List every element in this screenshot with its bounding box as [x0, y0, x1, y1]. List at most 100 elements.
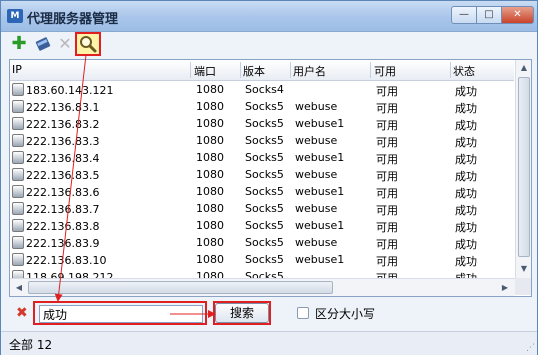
search-bar: ✖ 搜索 区分大小写: [1, 297, 537, 331]
resize-grip-icon[interactable]: ⋰: [526, 343, 535, 353]
edit-icon[interactable]: [33, 34, 53, 54]
case-sensitive-checkbox[interactable]: [297, 307, 309, 319]
app-icon: M: [7, 9, 23, 23]
available-cell: 可用: [376, 153, 398, 166]
version-cell: Socks5: [245, 236, 284, 249]
version-cell: Socks5: [245, 151, 284, 164]
column-divider[interactable]: [190, 62, 191, 78]
available-cell: 可用: [376, 204, 398, 217]
table-body: 183.60.143.121 1080 Socks4 可用 成功 222.136.83.…: [10, 81, 514, 285]
ip-cell: 222.136.83.8: [26, 220, 100, 233]
col-header-port[interactable]: 端口: [194, 63, 216, 79]
table-row[interactable]: 222.136.83.1 1080 Socks5 webuse 可用 成功: [10, 98, 514, 115]
column-divider[interactable]: [370, 62, 371, 78]
username-cell: webuse1: [295, 151, 345, 164]
available-cell: 可用: [376, 255, 398, 268]
port-cell: 1080: [196, 202, 224, 215]
toolbar: ✚ ✕: [1, 32, 537, 58]
username-cell: webuse1: [295, 219, 345, 232]
table-row[interactable]: 222.136.83.2 1080 Socks5 webuse1 可用 成功: [10, 115, 514, 132]
port-cell: 1080: [196, 117, 224, 130]
scroll-right-icon[interactable]: ▶: [498, 281, 512, 294]
table-row[interactable]: 222.136.83.8 1080 Socks5 webuse1 可用 成功: [10, 217, 514, 234]
ip-cell: 222.136.83.9: [26, 237, 100, 250]
maximize-button[interactable]: □: [476, 6, 502, 24]
status-bar: 全部 12 ⋰: [1, 331, 537, 355]
ip-cell: 222.136.83.10: [26, 254, 107, 267]
status-cell: 成功: [455, 153, 477, 166]
col-header-available[interactable]: 可用: [374, 63, 396, 79]
status-count: 全部 12: [9, 338, 53, 352]
search-button-highlight: [213, 301, 271, 325]
port-cell: 1080: [196, 219, 224, 232]
computer-icon: [12, 219, 24, 232]
close-button[interactable]: ✕: [501, 6, 534, 24]
available-cell: 可用: [376, 238, 398, 251]
computer-icon: [12, 100, 24, 113]
port-cell: 1080: [196, 100, 224, 113]
version-cell: Socks5: [245, 219, 284, 232]
column-divider[interactable]: [240, 62, 241, 78]
col-header-username[interactable]: 用户名: [293, 63, 326, 79]
version-cell: Socks5: [245, 202, 284, 215]
table-row[interactable]: 222.136.83.6 1080 Socks5 webuse1 可用 成功: [10, 183, 514, 200]
vertical-scrollbar[interactable]: ▲ ▼: [515, 60, 531, 278]
computer-icon: [12, 253, 24, 266]
ip-cell: 222.136.83.4: [26, 152, 100, 165]
magnifier-icon[interactable]: [75, 32, 101, 56]
scroll-up-icon[interactable]: ▲: [517, 61, 531, 75]
column-divider[interactable]: [450, 62, 451, 78]
col-header-status[interactable]: 状态: [453, 63, 475, 79]
ip-cell: 183.60.143.121: [26, 84, 114, 97]
scroll-left-icon[interactable]: ◀: [12, 281, 26, 294]
scroll-down-icon[interactable]: ▼: [517, 262, 531, 276]
username-cell: webuse: [295, 168, 338, 181]
available-cell: 可用: [376, 102, 398, 115]
title-bar[interactable]: M 代理服务器管理 — □ ✕: [1, 1, 537, 32]
col-header-version[interactable]: 版本: [243, 63, 265, 79]
horizontal-scrollbar[interactable]: ◀ ▶: [10, 278, 515, 296]
ip-cell: 222.136.83.1: [26, 101, 100, 114]
table-row[interactable]: 183.60.143.121 1080 Socks4 可用 成功: [10, 81, 514, 98]
computer-icon: [12, 134, 24, 147]
status-cell: 成功: [455, 204, 477, 217]
proxy-manager-window: M 代理服务器管理 — □ ✕ ✚ ✕ IP 端口 版本 用户名 可用 状态 1…: [0, 0, 538, 355]
username-cell: webuse1: [295, 253, 345, 266]
available-cell: 可用: [376, 170, 398, 183]
clear-icon[interactable]: ✖: [16, 305, 28, 321]
computer-icon: [12, 83, 24, 96]
version-cell: Socks5: [245, 134, 284, 147]
computer-icon: [12, 168, 24, 181]
username-cell: webuse: [295, 134, 338, 147]
search-input[interactable]: [39, 305, 203, 323]
plus-icon[interactable]: ✚: [9, 34, 29, 54]
table-row[interactable]: 222.136.83.9 1080 Socks5 webuse 可用 成功: [10, 234, 514, 251]
version-cell: Socks5: [245, 117, 284, 130]
computer-icon: [12, 117, 24, 130]
available-cell: 可用: [376, 187, 398, 200]
available-cell: 可用: [376, 119, 398, 132]
table-row[interactable]: 222.136.83.10 1080 Socks5 webuse1 可用 成功: [10, 251, 514, 268]
status-cell: 成功: [455, 187, 477, 200]
port-cell: 1080: [196, 83, 224, 96]
delete-icon[interactable]: ✕: [55, 34, 75, 54]
computer-icon: [12, 236, 24, 249]
version-cell: Socks5: [245, 185, 284, 198]
case-sensitive-label: 区分大小写: [315, 307, 376, 321]
table-row[interactable]: 222.136.83.5 1080 Socks5 webuse 可用 成功: [10, 166, 514, 183]
column-divider[interactable]: [290, 62, 291, 78]
port-cell: 1080: [196, 185, 224, 198]
horizontal-scroll-thumb[interactable]: [28, 281, 333, 294]
table-row[interactable]: 222.136.83.4 1080 Socks5 webuse1 可用 成功: [10, 149, 514, 166]
col-header-ip[interactable]: IP: [12, 63, 22, 76]
port-cell: 1080: [196, 134, 224, 147]
vertical-scroll-thumb[interactable]: [518, 77, 530, 257]
username-cell: webuse: [295, 202, 338, 215]
username-cell: webuse1: [295, 117, 345, 130]
port-cell: 1080: [196, 253, 224, 266]
version-cell: Socks5: [245, 100, 284, 113]
ip-cell: 222.136.83.6: [26, 186, 100, 199]
table-row[interactable]: 222.136.83.3 1080 Socks5 webuse 可用 成功: [10, 132, 514, 149]
table-row[interactable]: 222.136.83.7 1080 Socks5 webuse 可用 成功: [10, 200, 514, 217]
minimize-button[interactable]: —: [451, 6, 477, 24]
